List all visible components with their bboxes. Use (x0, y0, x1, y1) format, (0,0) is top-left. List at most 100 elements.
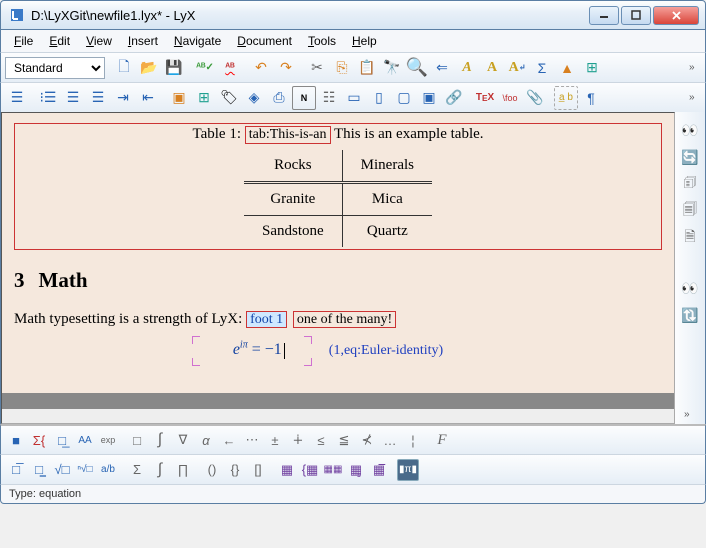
margin-note[interactable]: one of the many! (293, 311, 396, 328)
spellcheck-continuous-button[interactable]: ᴬᴮ (218, 56, 242, 80)
equation-label[interactable]: (1,eq:Euler-identity) (329, 343, 443, 358)
indent-inc-button[interactable]: ⇥ (111, 86, 135, 110)
mb1-13[interactable]: ≤ (310, 429, 332, 451)
table-float[interactable]: Table 1: tab:This-is-an This is an examp… (14, 123, 662, 250)
mb2-10[interactable]: [] (247, 459, 269, 481)
label-button[interactable]: 🏷 (217, 86, 241, 110)
master-view-button[interactable]: 🗊 (678, 172, 702, 196)
open-button[interactable]: 📂 (137, 56, 161, 80)
master-update-button[interactable]: 🗐 (678, 199, 702, 223)
mb2-7[interactable]: ∏ (172, 459, 194, 481)
mb2-3[interactable]: ⁿ√□ (74, 459, 96, 481)
math-button[interactable]: Σ (530, 56, 554, 80)
document-canvas[interactable]: Table 1: tab:This-is-an This is an examp… (2, 113, 674, 409)
find-button[interactable]: 🔭 (380, 56, 404, 80)
mb1-11[interactable]: ± (264, 429, 286, 451)
mb2-15[interactable]: ▦̅ (368, 459, 390, 481)
menu-document[interactable]: Document (230, 32, 299, 50)
menu-edit[interactable]: Edit (42, 32, 77, 50)
nomencl-button[interactable]: ☷ (317, 86, 341, 110)
data-table[interactable]: RocksMinerals GraniteMica SandstoneQuart… (244, 150, 432, 247)
toolbar-overflow[interactable]: » (689, 62, 701, 73)
search-button[interactable]: 🔍 (405, 56, 429, 80)
include-button[interactable]: 📎 (523, 86, 547, 110)
box-button[interactable]: ▣ (417, 86, 441, 110)
spellcheck-button[interactable]: ᴬᴮ✓ (193, 56, 217, 80)
update-other-button[interactable]: 🔃 (678, 303, 702, 327)
enum-list-button[interactable]: ☰ (61, 86, 85, 110)
index-button[interactable]: N (292, 86, 316, 110)
mb1-9[interactable]: ← (218, 429, 240, 451)
graphics-button[interactable]: ▲ (555, 56, 579, 80)
mb2-14[interactable]: ▦͇ (345, 459, 367, 481)
paste-button[interactable]: 📋 (355, 56, 379, 80)
mb2-13[interactable]: ▦▦ (322, 459, 344, 481)
mb1-4[interactable]: exp (97, 429, 119, 451)
mb1-2[interactable]: □̲ (51, 429, 73, 451)
footnote-button[interactable]: ▭ (342, 86, 366, 110)
mb1-8[interactable]: α (195, 429, 217, 451)
mb1-16[interactable]: … (379, 429, 401, 451)
mb1-6[interactable]: ∫ (149, 429, 171, 451)
table-cell[interactable]: Rocks (244, 150, 342, 183)
document-scroll[interactable]: Table 1: tab:This-is-an This is an examp… (1, 112, 675, 424)
menu-view[interactable]: View (79, 32, 119, 50)
cut-button[interactable]: ✂ (305, 56, 329, 80)
redo-button[interactable]: ↷ (274, 56, 298, 80)
indent-dec-button[interactable]: ⇤ (136, 86, 160, 110)
side-overflow[interactable]: » (684, 409, 696, 420)
mb1-10[interactable]: ⋯ (241, 429, 263, 451)
mb1-18[interactable]: F (431, 429, 453, 451)
caption-label[interactable]: tab:This-is-an (245, 126, 331, 144)
float-table-button[interactable]: ⊞ (192, 86, 216, 110)
mb2-12[interactable]: {▦ (299, 459, 321, 481)
char-style-button[interactable]: a̲ b (554, 86, 578, 110)
paragraph-style-select[interactable]: Standard (5, 57, 105, 79)
table-cell[interactable]: Minerals (342, 150, 432, 183)
marginnote-button[interactable]: ▯ (367, 86, 391, 110)
mb2-2[interactable]: √□ (51, 459, 73, 481)
table-cell[interactable]: Mica (342, 183, 432, 216)
toolbar2-overflow[interactable]: » (689, 92, 701, 103)
desc-list-button[interactable]: ☰ (86, 86, 110, 110)
mb1-7[interactable]: ∇ (172, 429, 194, 451)
mb1-12[interactable]: ∔ (287, 429, 309, 451)
table-cell[interactable]: Granite (244, 183, 342, 216)
mb2-11[interactable]: ▦ (276, 459, 298, 481)
paragraph[interactable]: Math typesetting is a strength of LyX: f… (14, 311, 662, 328)
mb2-4[interactable]: a/b (97, 459, 119, 481)
math-equation[interactable]: eiπ = −1 (1,eq:Euler-identity) (14, 340, 662, 359)
undo-button[interactable]: ↶ (249, 56, 273, 80)
tex-button[interactable]: TEX (473, 86, 497, 110)
preamble-button[interactable]: \foo (498, 86, 522, 110)
update-button[interactable]: 🔄 (678, 145, 702, 169)
mb2-9[interactable]: {} (224, 459, 246, 481)
mb1-0[interactable]: ■ (5, 429, 27, 451)
menu-file[interactable]: File (7, 32, 40, 50)
new-button[interactable]: 🗋 (112, 56, 136, 80)
table-caption[interactable]: Table 1: tab:This-is-an This is an examp… (19, 126, 657, 144)
table-cell[interactable]: Sandstone (244, 216, 342, 248)
mb2-6[interactable]: ∫ (149, 459, 171, 481)
crossref-button[interactable]: ◈ (242, 86, 266, 110)
list-button[interactable]: ☰ (5, 86, 29, 110)
menu-navigate[interactable]: Navigate (167, 32, 228, 50)
section-heading[interactable]: 3Math (14, 268, 662, 293)
apply-style-button[interactable]: A↵ (505, 56, 529, 80)
mb2-8[interactable]: () (201, 459, 223, 481)
mb1-5[interactable]: □ (126, 429, 148, 451)
noun-button[interactable]: A (480, 56, 504, 80)
maximize-button[interactable] (621, 6, 651, 25)
minimize-button[interactable] (589, 6, 619, 25)
cite-button[interactable]: ⎙ (267, 86, 291, 110)
nav-back-button[interactable]: ⇐ (430, 56, 454, 80)
mb1-15[interactable]: ⊀ (356, 429, 378, 451)
mb2-16[interactable]: ▮π▮ (397, 459, 419, 481)
url-button[interactable]: 🔗 (442, 86, 466, 110)
mb2-5[interactable]: Σ (126, 459, 148, 481)
float-fig-button[interactable]: ▣ (167, 86, 191, 110)
copy-button[interactable]: ⎘ (330, 56, 354, 80)
mb1-14[interactable]: ≦ (333, 429, 355, 451)
note-button[interactable]: ▢ (392, 86, 416, 110)
mb1-1[interactable]: Σ{ (28, 429, 50, 451)
